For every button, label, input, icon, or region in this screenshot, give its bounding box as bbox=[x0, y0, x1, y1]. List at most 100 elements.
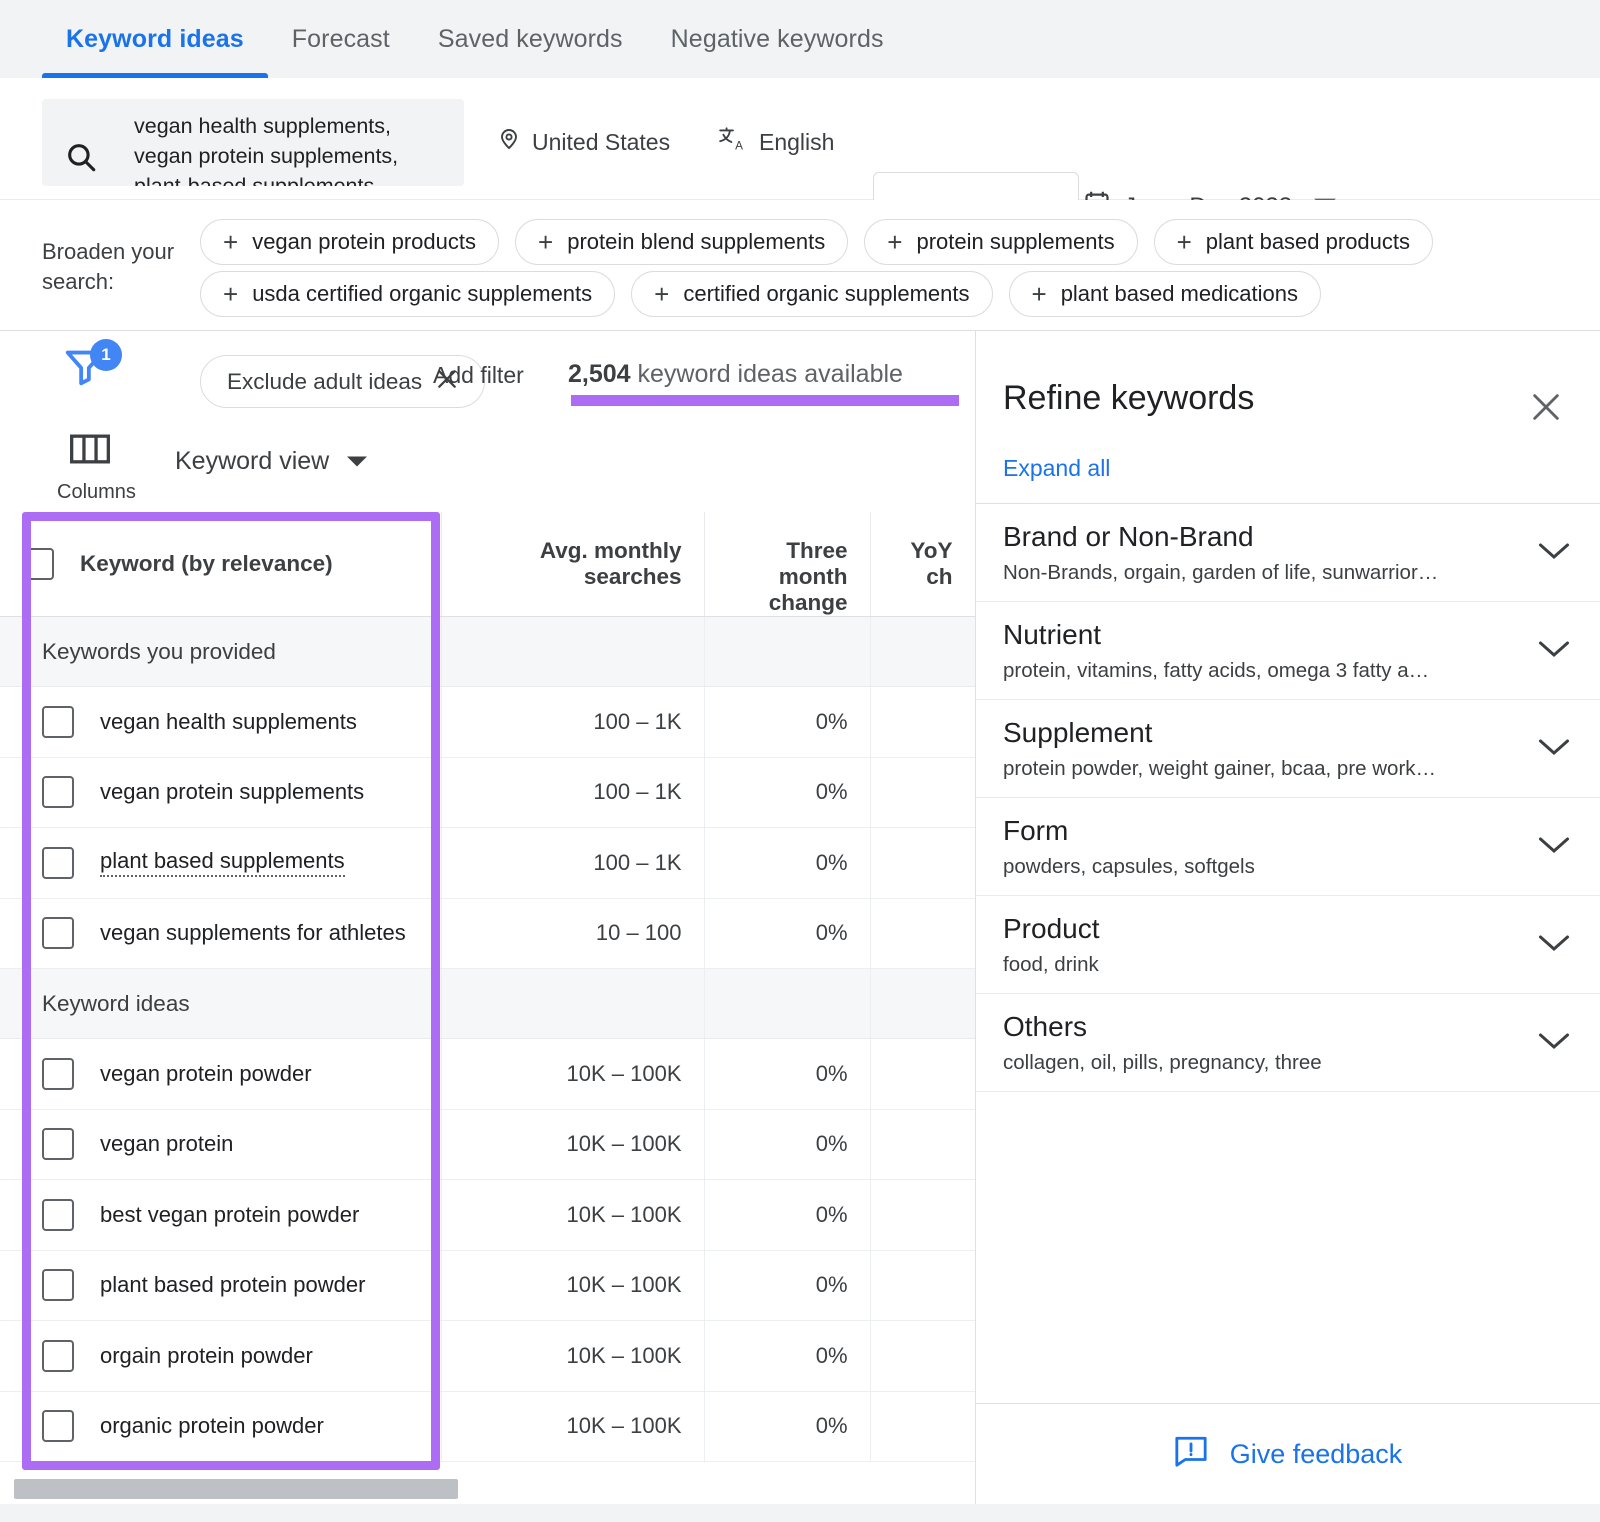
keyword-text: plant based protein powder bbox=[100, 1272, 366, 1298]
tab-saved-keywords[interactable]: Saved keywords bbox=[414, 0, 647, 78]
keyword-text: vegan protein supplements bbox=[100, 779, 365, 805]
row-checkbox[interactable] bbox=[42, 776, 74, 809]
table-row[interactable]: organic protein powder 10K – 100K 0% bbox=[0, 1391, 975, 1462]
chevron-down-icon[interactable] bbox=[1536, 1030, 1572, 1057]
broaden-chip-protein-blend-supplements[interactable]: + protein blend supplements bbox=[515, 219, 849, 265]
broaden-chip-row-2: + usda certified organic supplements + c… bbox=[200, 271, 1321, 317]
table-group-header-keyword-ideas: Keyword ideas bbox=[0, 968, 975, 1039]
keyword-text: best vegan protein powder bbox=[100, 1201, 360, 1227]
refine-section-form[interactable]: Form powders, capsules, softgels bbox=[976, 798, 1600, 896]
plus-icon: + bbox=[223, 279, 239, 309]
cell-avg-monthly-searches: 10K – 100K bbox=[441, 1038, 705, 1110]
table-row[interactable]: best vegan protein powder 10K – 100K 0% bbox=[0, 1179, 975, 1251]
keyword-search-input[interactable]: vegan health supplements, vegan protein … bbox=[42, 99, 464, 186]
cell-avg-monthly-searches: 10 – 100 bbox=[441, 898, 705, 969]
refine-panel-close-button[interactable] bbox=[1529, 390, 1563, 429]
row-checkbox[interactable] bbox=[42, 846, 74, 879]
chevron-down-icon[interactable] bbox=[1536, 834, 1572, 861]
row-checkbox[interactable] bbox=[42, 1339, 74, 1372]
add-filter-button[interactable]: Add filter bbox=[433, 362, 524, 389]
tab-forecast[interactable]: Forecast bbox=[268, 0, 414, 78]
chevron-down-icon[interactable] bbox=[1536, 540, 1572, 567]
group-label: Keyword ideas bbox=[0, 968, 442, 1039]
tab-negative-keywords[interactable]: Negative keywords bbox=[647, 0, 908, 78]
give-feedback-button[interactable]: Give feedback bbox=[975, 1403, 1600, 1504]
refine-section-supplement[interactable]: Supplement protein powder, weight gainer… bbox=[976, 700, 1600, 798]
row-checkbox[interactable] bbox=[42, 705, 74, 738]
chevron-down-icon[interactable] bbox=[1536, 736, 1572, 763]
row-checkbox[interactable] bbox=[42, 917, 74, 950]
refine-section-others[interactable]: Others collagen, oil, pills, pregnancy, … bbox=[976, 994, 1600, 1092]
column-header-three-month-change[interactable]: Three month change bbox=[704, 512, 871, 617]
cell-yoy-change bbox=[870, 686, 975, 758]
refine-section-title: Supplement bbox=[1003, 717, 1153, 748]
table-row[interactable]: vegan protein 10K – 100K 0% bbox=[0, 1109, 975, 1180]
row-checkbox[interactable] bbox=[42, 1269, 74, 1302]
chevron-down-icon[interactable] bbox=[1536, 638, 1572, 665]
cell-avg-monthly-searches: 10K – 100K bbox=[441, 1179, 705, 1251]
location-selector[interactable]: United States bbox=[497, 125, 670, 159]
table-row[interactable]: vegan health supplements 100 – 1K 0% bbox=[0, 686, 975, 758]
table-horizontal-scrollbar[interactable] bbox=[0, 1474, 975, 1504]
columns-button[interactable]: Columns bbox=[57, 430, 136, 504]
cell-three-month-change: 0% bbox=[704, 1109, 871, 1180]
column-header-keyword[interactable]: Keyword (by relevance) bbox=[0, 512, 442, 617]
broaden-chip-usda-certified-organic-supplements[interactable]: + usda certified organic supplements bbox=[200, 271, 616, 317]
broaden-chip-vegan-protein-products[interactable]: + vegan protein products bbox=[200, 219, 500, 265]
tab-bar: Keyword ideas Forecast Saved keywords Ne… bbox=[0, 0, 1600, 78]
broaden-chip-certified-organic-supplements[interactable]: + certified organic supplements bbox=[631, 271, 993, 317]
refine-section-product[interactable]: Product food, drink bbox=[976, 896, 1600, 994]
refine-section-values: collagen, oil, pills, pregnancy, three bbox=[1003, 1051, 1322, 1074]
tab-label: Saved keywords bbox=[437, 24, 623, 53]
cell-avg-monthly-searches: 10K – 100K bbox=[441, 1109, 705, 1180]
cell-keyword: best vegan protein powder bbox=[0, 1179, 442, 1251]
refine-section-values: protein powder, weight gainer, bcaa, pre… bbox=[1003, 757, 1437, 780]
row-checkbox[interactable] bbox=[42, 1128, 74, 1161]
language-selector[interactable]: A English bbox=[718, 125, 834, 159]
cell-three-month-change: 0% bbox=[704, 1320, 871, 1392]
table-row[interactable]: orgain protein powder 10K – 100K 0% bbox=[0, 1320, 975, 1392]
expand-all-link[interactable]: Expand all bbox=[1003, 455, 1110, 482]
page-bottom-strip bbox=[0, 1504, 1600, 1522]
column-header-yoy-change[interactable]: YoY ch bbox=[870, 512, 975, 617]
cell-three-month-change: 0% bbox=[704, 898, 871, 969]
group-blank-cell bbox=[704, 968, 871, 1039]
refine-section-title: Form bbox=[1003, 815, 1069, 846]
chip-label: plant based products bbox=[1205, 229, 1411, 254]
row-checkbox[interactable] bbox=[42, 1198, 74, 1231]
table-row[interactable]: vegan protein supplements 100 – 1K 0% bbox=[0, 757, 975, 828]
cell-yoy-change bbox=[870, 1320, 975, 1392]
table-row[interactable]: plant based supplements 100 – 1K 0% bbox=[0, 827, 975, 899]
filter-button[interactable]: 1 bbox=[62, 339, 122, 393]
cell-yoy-change bbox=[870, 757, 975, 828]
plus-icon: + bbox=[654, 279, 670, 309]
results-toolbar bbox=[0, 331, 975, 512]
cell-yoy-change bbox=[870, 1109, 975, 1180]
table-row[interactable]: vegan protein powder 10K – 100K 0% bbox=[0, 1038, 975, 1110]
keyword-view-selector[interactable]: Keyword view bbox=[175, 447, 369, 476]
group-blank-cell bbox=[870, 616, 975, 687]
plus-icon: + bbox=[223, 227, 239, 257]
table-row[interactable]: plant based protein powder 10K – 100K 0% bbox=[0, 1250, 975, 1321]
table-header-row: Keyword (by relevance) Avg. monthly sear… bbox=[0, 512, 975, 617]
refine-section-brand-or-non-brand[interactable]: Brand or Non-Brand Non-Brands, orgain, g… bbox=[976, 504, 1600, 602]
filter-count-badge: 1 bbox=[90, 339, 122, 371]
cell-three-month-change: 0% bbox=[704, 1179, 871, 1251]
broaden-chip-plant-based-medications[interactable]: + plant based medications bbox=[1008, 271, 1321, 317]
row-checkbox[interactable] bbox=[42, 1057, 74, 1090]
scrollbar-thumb[interactable] bbox=[14, 1479, 458, 1499]
column-header-avg-monthly-searches[interactable]: Avg. monthly searches bbox=[441, 512, 705, 617]
row-checkbox[interactable] bbox=[42, 1410, 74, 1443]
broaden-chip-protein-supplements[interactable]: + protein supplements bbox=[864, 219, 1138, 265]
table-row[interactable]: vegan supplements for athletes 10 – 100 … bbox=[0, 898, 975, 969]
feedback-icon bbox=[1174, 1435, 1208, 1474]
cell-yoy-change bbox=[870, 1179, 975, 1251]
select-all-checkbox[interactable] bbox=[22, 548, 54, 580]
keyword-ideas-count: 2,504 keyword ideas available bbox=[568, 360, 903, 389]
refine-section-nutrient[interactable]: Nutrient protein, vitamins, fatty acids,… bbox=[976, 602, 1600, 700]
broaden-chip-plant-based-products[interactable]: + plant based products bbox=[1153, 219, 1434, 265]
location-label: United States bbox=[532, 128, 671, 155]
tab-keyword-ideas[interactable]: Keyword ideas bbox=[42, 0, 268, 78]
chevron-down-icon[interactable] bbox=[1536, 932, 1572, 959]
cell-avg-monthly-searches: 10K – 100K bbox=[441, 1320, 705, 1392]
